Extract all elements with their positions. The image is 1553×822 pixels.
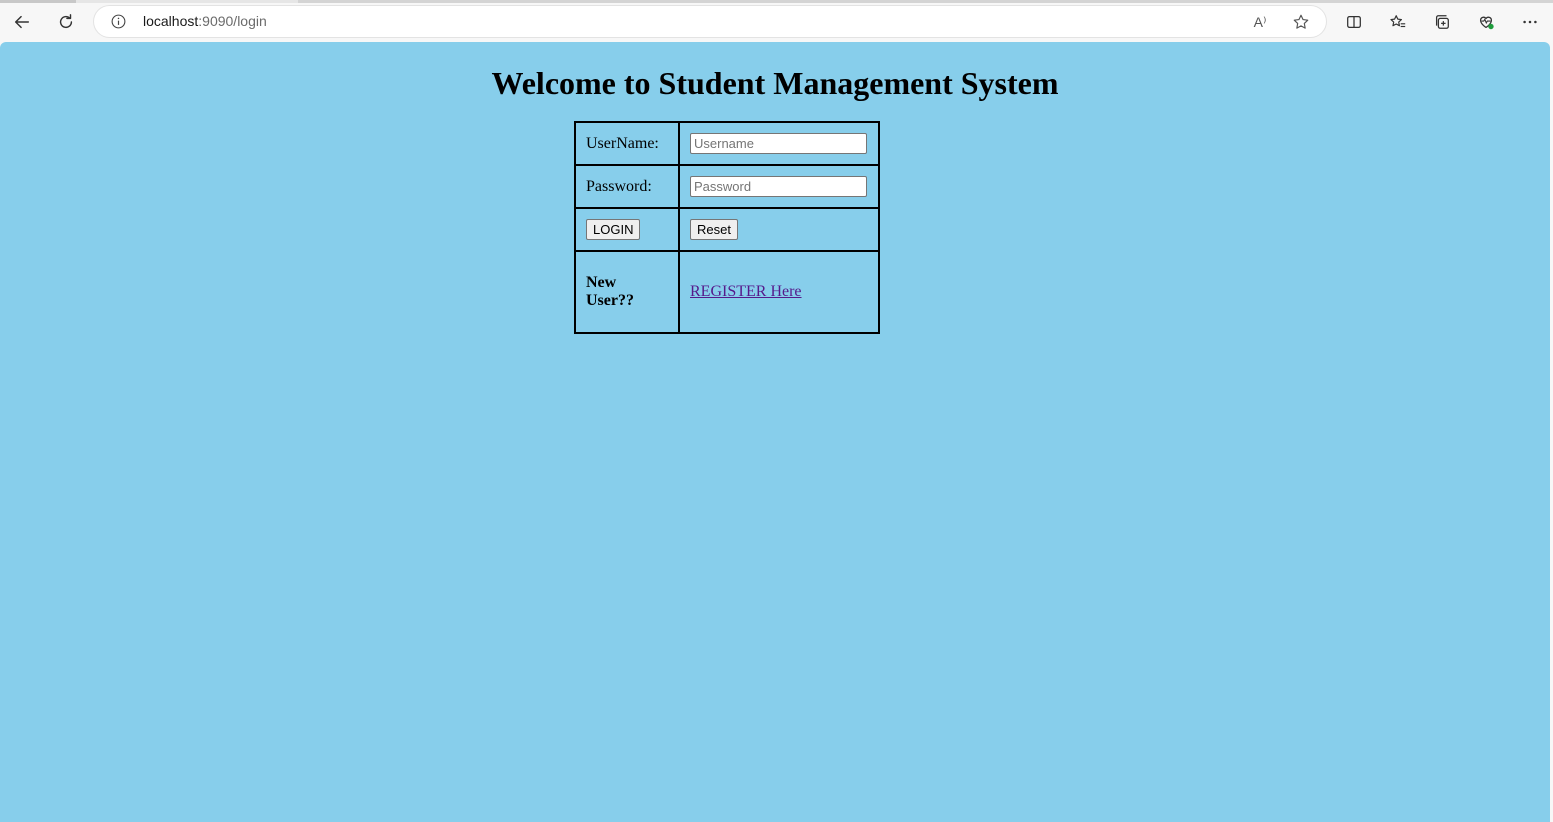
site-info-icon[interactable] [109, 12, 128, 31]
browser-toolbar: localhost:9090/login A⁾ [0, 0, 1553, 42]
password-row: Password: [574, 164, 880, 209]
favorites-button[interactable] [1384, 8, 1412, 36]
favorites-list-icon [1390, 15, 1406, 28]
more-menu-button[interactable] [1516, 8, 1544, 36]
page-content: Welcome to Student Management System Use… [0, 42, 1550, 822]
collections-button[interactable] [1428, 8, 1456, 36]
password-input[interactable] [690, 176, 867, 197]
read-aloud-icon[interactable]: A⁾ [1250, 12, 1270, 32]
split-screen-button[interactable] [1340, 8, 1368, 36]
back-arrow-icon [14, 15, 30, 29]
login-form-table: UserName: Password: LOGIN Reset New User… [574, 121, 880, 334]
more-dots-icon [1523, 20, 1537, 24]
browser-essentials-button[interactable] [1472, 8, 1500, 36]
refresh-button[interactable] [52, 8, 80, 36]
username-cell [678, 121, 880, 166]
new-user-label: New User?? [574, 250, 680, 334]
favorite-star-icon[interactable] [1291, 12, 1311, 32]
login-cell: LOGIN [574, 207, 680, 252]
register-cell: REGISTER Here [678, 250, 880, 334]
register-row: New User?? REGISTER Here [574, 250, 880, 334]
username-label: UserName: [574, 121, 680, 166]
reset-cell: Reset [678, 207, 880, 252]
address-bar[interactable]: localhost:9090/login A⁾ [94, 6, 1326, 37]
heart-pulse-icon [1479, 16, 1494, 30]
password-label: Password: [574, 164, 680, 209]
url-text[interactable]: localhost:9090/login [143, 13, 267, 29]
url-host: localhost [143, 13, 199, 29]
reset-button[interactable]: Reset [690, 219, 738, 240]
read-aloud-glyph: A⁾ [1253, 13, 1267, 30]
tab-strip-edge [0, 0, 1553, 3]
collections-icon [1435, 15, 1449, 29]
url-path: :9090/login [198, 13, 267, 29]
refresh-icon [59, 14, 73, 29]
username-row: UserName: [574, 121, 880, 166]
register-link[interactable]: REGISTER Here [690, 283, 802, 300]
split-screen-icon [1347, 15, 1361, 29]
login-button[interactable]: LOGIN [586, 219, 641, 240]
back-button[interactable] [8, 8, 36, 36]
tab-strip-segment [298, 0, 1553, 3]
username-input[interactable] [690, 133, 867, 154]
page-title: Welcome to Student Management System [491, 65, 1059, 101]
buttons-row: LOGIN Reset [574, 207, 880, 252]
password-cell [678, 164, 880, 209]
active-tab-indicator [0, 0, 76, 3]
